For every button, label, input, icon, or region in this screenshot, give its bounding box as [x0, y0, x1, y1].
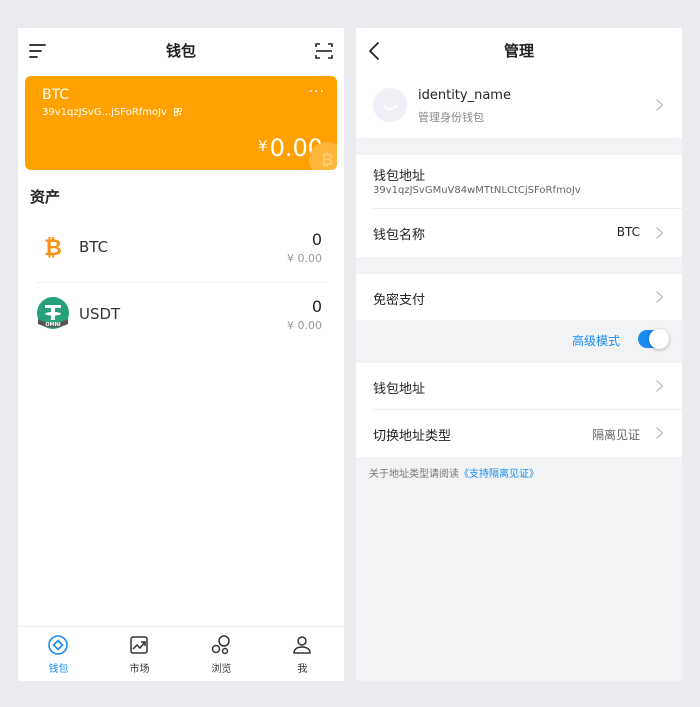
- scan-icon[interactable]: [313, 40, 335, 62]
- browse-icon: [211, 635, 230, 655]
- identity-name: identity_name: [418, 88, 511, 103]
- omni-label: OMNI: [45, 322, 60, 328]
- switch-address-type-value: 隔离见证: [591, 428, 640, 442]
- switch-address-type-label: 切换地址类型: [373, 429, 452, 444]
- identity-row[interactable]: identity_name 管理身份钱包: [356, 72, 682, 138]
- tab-label: 市场: [129, 664, 150, 675]
- chevron-right-icon: [656, 290, 664, 304]
- assets-title: 资产: [30, 188, 61, 206]
- wallet-card-name: BTC: [42, 87, 70, 103]
- wallet-name-row[interactable]: 钱包名称 BTC: [356, 209, 682, 257]
- currency-symbol: ¥: [258, 137, 268, 155]
- asset-amount: 0: [311, 297, 322, 316]
- identity-subtitle: 管理身份钱包: [418, 111, 484, 124]
- wallet-name-value: BTC: [616, 225, 640, 239]
- asset-fiat-value: ¥ 0.00: [287, 319, 322, 332]
- page-title: 管理: [503, 42, 534, 60]
- wallet-screen: 钱包 BTC 39v1qzJSvG...jSFoRfmoJv ··· ¥0.00…: [18, 28, 344, 681]
- svg-text:₿: ₿: [44, 236, 62, 261]
- note-text: 关于地址类型请阅读: [369, 469, 459, 480]
- wallet-address-row[interactable]: 钱包地址: [356, 363, 682, 409]
- segwit-link[interactable]: 《支持隔离见证》: [459, 469, 539, 480]
- tab-browse[interactable]: 浏览: [181, 627, 262, 681]
- switch-address-type-row[interactable]: 切换地址类型 隔离见证: [356, 410, 682, 457]
- address-settings-block: 钱包地址 切换地址类型 隔离见证: [356, 363, 682, 457]
- wallet-address-full[interactable]: 39v1qzJSvGMuV84wMTtNLCtCjSFoRfmoJv: [373, 185, 581, 196]
- tab-label: 钱包: [48, 664, 69, 675]
- asset-name: BTC: [79, 238, 109, 256]
- asset-name: USDT: [79, 305, 121, 323]
- wallet-address-label: 钱包地址: [373, 169, 426, 184]
- toggle-knob: [649, 329, 669, 349]
- tab-wallet[interactable]: 钱包: [18, 627, 99, 681]
- wallet-card-address[interactable]: 39v1qzJSvG...jSFoRfmoJv: [42, 107, 183, 118]
- address-type-note: 关于地址类型请阅读《支持隔离见证》: [369, 465, 539, 480]
- tab-bar: 钱包 市场 浏览 我: [18, 626, 344, 681]
- btc-icon: ₿: [44, 236, 62, 261]
- wallet-name-label: 钱包名称: [373, 228, 426, 243]
- asset-row-btc[interactable]: ₿ BTC 0 ¥ 0.00: [18, 215, 344, 281]
- manage-screen: 管理 identity_name 管理身份钱包 钱包地址 39v1qzJSvGM…: [356, 28, 682, 681]
- more-icon[interactable]: ···: [309, 84, 325, 100]
- page-title: 钱包: [165, 42, 196, 60]
- tab-profile[interactable]: 我: [262, 627, 343, 681]
- avatar: [373, 88, 407, 122]
- smile-icon: [383, 105, 397, 110]
- tab-label: 浏览: [211, 664, 232, 675]
- asset-fiat-value: ¥ 0.00: [287, 252, 322, 265]
- chevron-right-icon: [656, 98, 664, 112]
- asset-row-usdt[interactable]: OMNI USDT 0 ¥ 0.00: [18, 282, 344, 348]
- tab-market[interactable]: 市场: [99, 627, 180, 681]
- wallet-icon: [48, 635, 68, 655]
- advanced-mode-label: 高级模式: [571, 334, 620, 348]
- wallet-nav-bar: 钱包: [18, 28, 344, 72]
- chevron-right-icon: [656, 426, 664, 440]
- advanced-mode-toggle[interactable]: [638, 329, 669, 349]
- manage-nav-bar: 管理: [356, 28, 682, 72]
- qrcode-icon[interactable]: [174, 108, 183, 116]
- profile-icon: [293, 636, 311, 654]
- no-password-pay-row[interactable]: 免密支付: [356, 274, 682, 320]
- market-icon: [130, 636, 148, 654]
- no-password-pay-label: 免密支付: [373, 293, 426, 308]
- wallet-address-row-label: 钱包地址: [373, 382, 426, 397]
- chevron-right-icon: [656, 226, 664, 240]
- wallet-info-block: 钱包地址 39v1qzJSvGMuV84wMTtNLCtCjSFoRfmoJv …: [356, 155, 682, 257]
- address-text: 39v1qzJSvG...jSFoRfmoJv: [42, 107, 167, 118]
- asset-amount: 0: [311, 230, 322, 249]
- wallet-card[interactable]: BTC 39v1qzJSvG...jSFoRfmoJv ··· ¥0.00 ₿: [25, 76, 337, 170]
- tab-label: 我: [297, 664, 308, 675]
- usdt-omni-icon: OMNI: [37, 297, 69, 329]
- chevron-right-icon: [656, 379, 664, 393]
